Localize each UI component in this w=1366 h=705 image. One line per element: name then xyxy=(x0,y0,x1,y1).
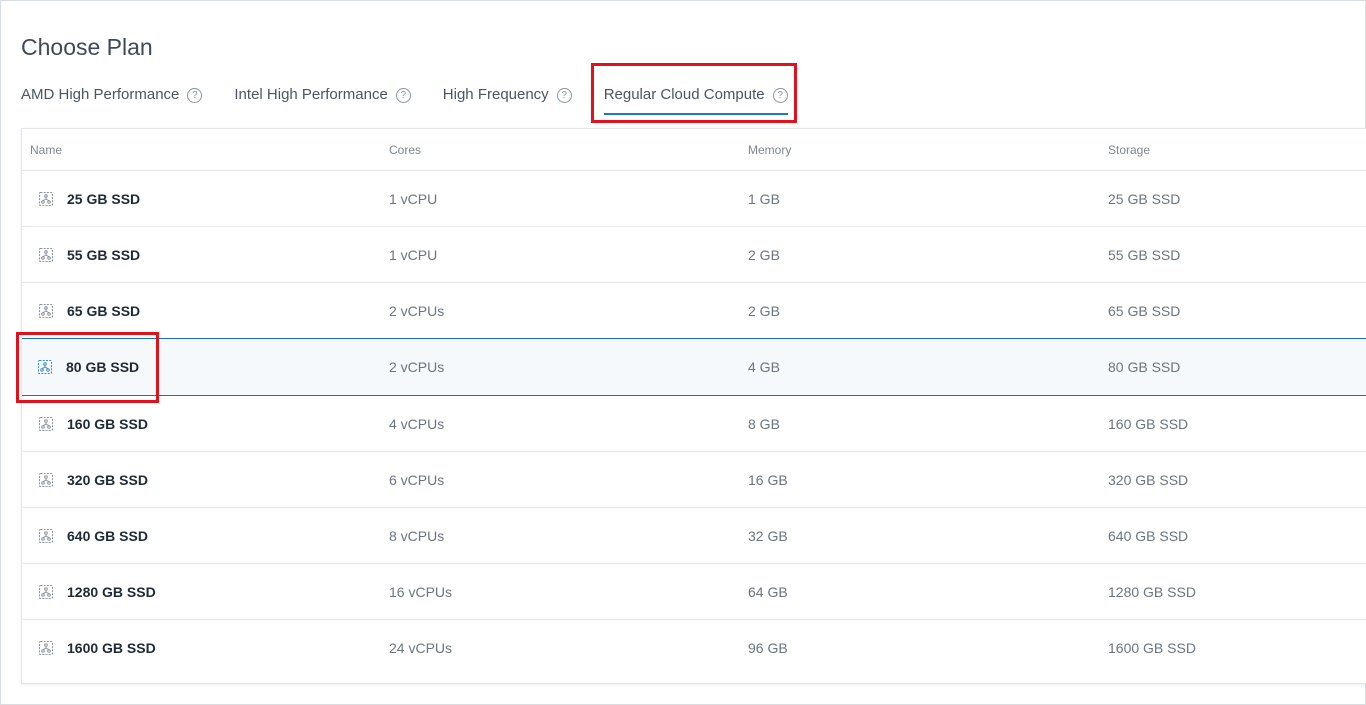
table-row[interactable]: 640 GB SSD 8 vCPUs 32 GB 640 GB SSD xyxy=(22,508,1366,564)
plan-name-cell: 80 GB SSD xyxy=(22,358,381,376)
plan-name: 1600 GB SSD xyxy=(67,640,156,656)
table-header: Name Cores Memory Storage xyxy=(22,129,1366,171)
server-chip-icon xyxy=(39,472,53,487)
plan-cores: 1 vCPU xyxy=(389,190,438,207)
table-row[interactable]: 160 GB SSD 4 vCPUs 8 GB 160 GB SSD xyxy=(22,396,1366,452)
server-chip-icon xyxy=(39,303,53,318)
plan-memory: 16 GB xyxy=(748,471,788,488)
plan-name: 1280 GB SSD xyxy=(67,583,156,600)
plan-name-cell: 1280 GB SSD xyxy=(22,583,381,601)
tab-regular-cloud-compute[interactable]: Regular Cloud Compute ? xyxy=(603,85,788,115)
column-header-cores[interactable]: Cores xyxy=(381,143,740,157)
plan-chooser-panel: Choose Plan AMD High Performance ? Intel… xyxy=(0,0,1366,705)
plan-name-cell: 640 GB SSD xyxy=(22,527,381,545)
table-row[interactable]: 25 GB SSD 1 vCPU 1 GB 25 GB SSD xyxy=(22,171,1366,227)
tab-label: High Frequency xyxy=(442,86,549,103)
plan-name-cell: 1600 GB SSD xyxy=(22,639,381,657)
plan-storage: 640 GB SSD xyxy=(1108,527,1189,544)
plan-name-cell: 320 GB SSD xyxy=(22,471,381,489)
help-circle-icon[interactable]: ? xyxy=(187,88,203,103)
server-chip-icon xyxy=(39,584,53,599)
plan-storage: 1280 GB SSD xyxy=(1108,583,1196,600)
plans-table: Name Cores Memory Storage 25 GB SSD 1 vC… xyxy=(21,128,1366,684)
plan-storage: 320 GB SSD xyxy=(1108,471,1189,488)
plan-name: 55 GB SSD xyxy=(67,246,141,263)
plan-name: 640 GB SSD xyxy=(67,527,148,544)
plan-cores: 2 vCPUs xyxy=(389,302,445,319)
table-row[interactable]: 1280 GB SSD 16 vCPUs 64 GB 1280 GB SSD xyxy=(22,564,1366,620)
tab-intel-high-performance[interactable]: Intel High Performance ? xyxy=(234,85,411,115)
table-row-selected[interactable]: 80 GB SSD 2 vCPUs 4 GB 80 GB SSD xyxy=(22,338,1366,396)
table-row[interactable]: 1600 GB SSD 24 vCPUs 96 GB 1600 GB SSD xyxy=(22,620,1366,676)
plan-name: 320 GB SSD xyxy=(67,471,148,488)
table-row[interactable]: 320 GB SSD 6 vCPUs 16 GB 320 GB SSD xyxy=(22,452,1366,508)
plan-memory: 8 GB xyxy=(748,415,780,432)
table-row[interactable]: 65 GB SSD 2 vCPUs 2 GB 65 GB SSD xyxy=(22,283,1366,339)
plan-memory: 64 GB xyxy=(748,583,788,600)
column-header-name[interactable]: Name xyxy=(22,143,381,157)
plan-memory: 96 GB xyxy=(748,640,788,656)
column-header-storage[interactable]: Storage xyxy=(1100,143,1366,157)
plan-cores: 2 vCPUs xyxy=(389,359,445,375)
plan-memory: 2 GB xyxy=(748,302,780,319)
tab-label: AMD High Performance xyxy=(21,86,180,103)
table-row[interactable]: 55 GB SSD 1 vCPU 2 GB 55 GB SSD xyxy=(22,227,1366,283)
plan-name: 160 GB SSD xyxy=(67,415,148,432)
plan-name-cell: 25 GB SSD xyxy=(22,190,381,208)
server-chip-icon xyxy=(39,416,53,431)
help-circle-icon[interactable]: ? xyxy=(395,88,411,103)
plan-cores: 8 vCPUs xyxy=(389,527,445,544)
plan-name-cell: 160 GB SSD xyxy=(22,415,381,433)
plan-name: 25 GB SSD xyxy=(67,190,141,207)
plan-storage: 25 GB SSD xyxy=(1108,190,1181,207)
plan-storage: 80 GB SSD xyxy=(1108,359,1181,375)
tab-label: Regular Cloud Compute xyxy=(603,86,765,103)
plan-name-cell: 55 GB SSD xyxy=(22,246,381,264)
plan-memory: 1 GB xyxy=(748,190,780,207)
server-chip-icon xyxy=(39,247,53,262)
help-circle-icon[interactable]: ? xyxy=(556,88,572,103)
column-header-memory[interactable]: Memory xyxy=(740,143,1100,157)
plan-memory: 32 GB xyxy=(748,527,788,544)
page-title: Choose Plan xyxy=(21,34,153,60)
plan-storage: 1600 GB SSD xyxy=(1108,640,1196,656)
server-chip-icon xyxy=(39,528,53,543)
plan-storage: 55 GB SSD xyxy=(1108,246,1181,263)
server-chip-icon xyxy=(38,360,52,374)
tab-label: Intel High Performance xyxy=(234,86,388,103)
plan-cores: 24 vCPUs xyxy=(389,640,453,656)
tab-amd-high-performance[interactable]: AMD High Performance ? xyxy=(21,85,203,115)
plan-name-cell: 65 GB SSD xyxy=(22,302,381,320)
help-circle-icon[interactable]: ? xyxy=(772,88,788,103)
plan-cores: 6 vCPUs xyxy=(389,471,445,488)
plan-cores: 16 vCPUs xyxy=(389,583,453,600)
plan-cores: 1 vCPU xyxy=(389,246,438,263)
plan-storage: 65 GB SSD xyxy=(1108,302,1181,319)
server-chip-icon xyxy=(39,191,53,206)
plan-cores: 4 vCPUs xyxy=(389,415,445,432)
plan-memory: 4 GB xyxy=(748,359,780,375)
plan-type-tabs: AMD High Performance ? Intel High Perfor… xyxy=(21,85,788,117)
plan-storage: 160 GB SSD xyxy=(1108,415,1189,432)
plan-name: 65 GB SSD xyxy=(67,302,141,319)
plan-memory: 2 GB xyxy=(748,246,780,263)
tab-high-frequency[interactable]: High Frequency ? xyxy=(443,85,572,115)
plan-name: 80 GB SSD xyxy=(66,359,140,375)
server-chip-icon xyxy=(39,641,53,655)
